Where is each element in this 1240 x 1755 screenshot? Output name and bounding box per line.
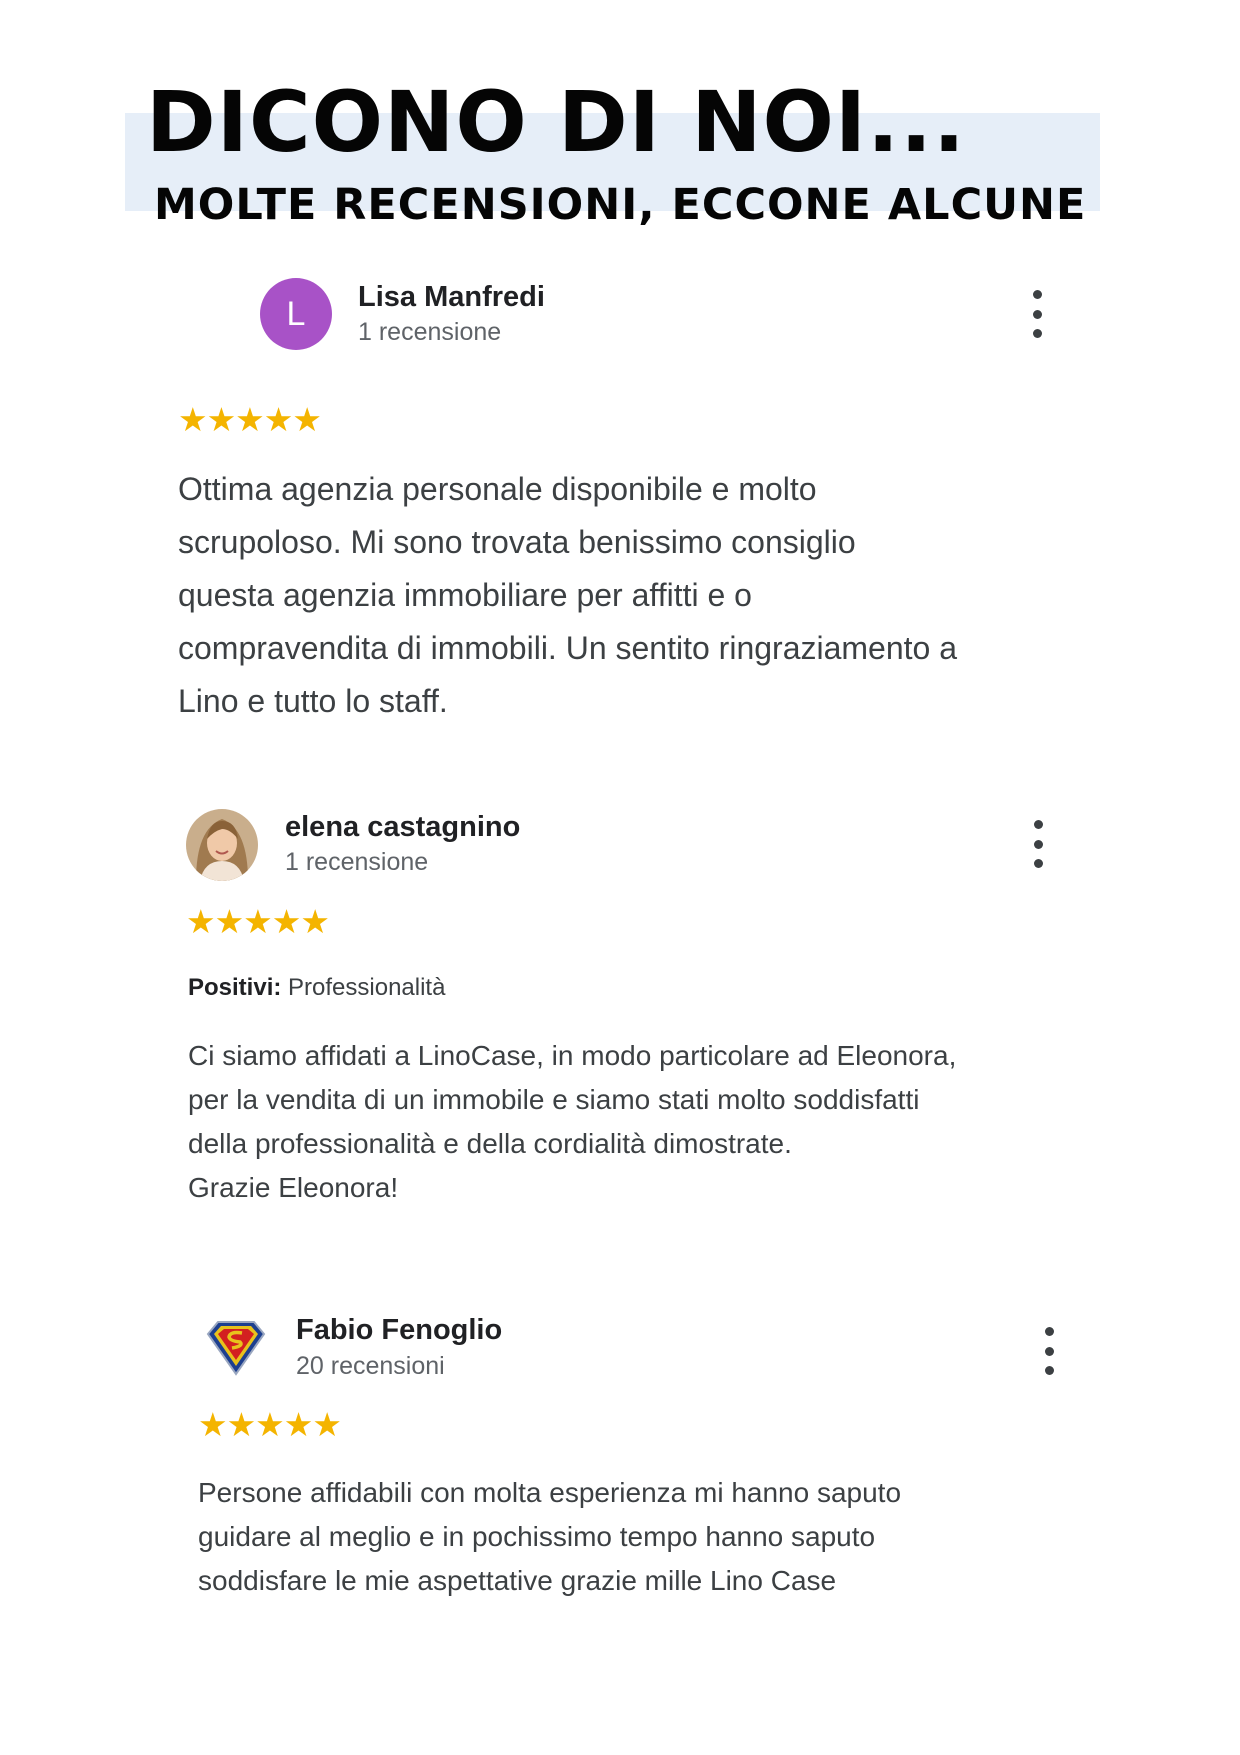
more-vert-icon bbox=[1032, 290, 1042, 299]
avatar[interactable]: L bbox=[260, 278, 332, 350]
positive-value: Professionalità bbox=[281, 974, 446, 1001]
profile-photo-icon bbox=[186, 809, 258, 881]
review-count[interactable]: 1 recensione bbox=[285, 848, 428, 877]
positive-label: Positivi: bbox=[188, 974, 282, 1001]
more-options-button[interactable] bbox=[1037, 1327, 1061, 1375]
more-options-button[interactable] bbox=[1026, 820, 1050, 868]
star-rating: ★★★★★ bbox=[186, 903, 330, 940]
page-subtitle: MOLTE RECENSIONI, ECCONE ALCUNE bbox=[154, 180, 1087, 230]
more-vert-icon bbox=[1044, 1327, 1054, 1336]
review-text: Ottima agenzia personale disponibile e m… bbox=[178, 471, 958, 719]
star-rating: ★★★★★ bbox=[178, 401, 322, 438]
review-text: Persone affidabili con molta esperienza … bbox=[198, 1477, 902, 1596]
review-text: Ci siamo affidati a LinoCase, in modo pa… bbox=[188, 1040, 957, 1203]
reviewer-name[interactable]: elena castagnino bbox=[285, 811, 520, 844]
avatar-letter: L bbox=[286, 294, 306, 333]
page-title: DICONO DI NOI... bbox=[146, 73, 966, 171]
more-options-button[interactable] bbox=[1025, 290, 1049, 338]
reviewer-name[interactable]: Lisa Manfredi bbox=[358, 281, 545, 314]
avatar[interactable] bbox=[186, 809, 258, 881]
star-rating: ★★★★★ bbox=[198, 1406, 342, 1443]
positive-attributes: Positivi: Professionalità bbox=[188, 974, 445, 1002]
avatar[interactable] bbox=[200, 1310, 272, 1382]
superman-shield-icon bbox=[200, 1310, 272, 1382]
review-count[interactable]: 20 recensioni bbox=[296, 1352, 445, 1381]
review-count[interactable]: 1 recensione bbox=[358, 318, 501, 347]
reviewer-name[interactable]: Fabio Fenoglio bbox=[296, 1314, 502, 1347]
more-vert-icon bbox=[1033, 820, 1043, 829]
